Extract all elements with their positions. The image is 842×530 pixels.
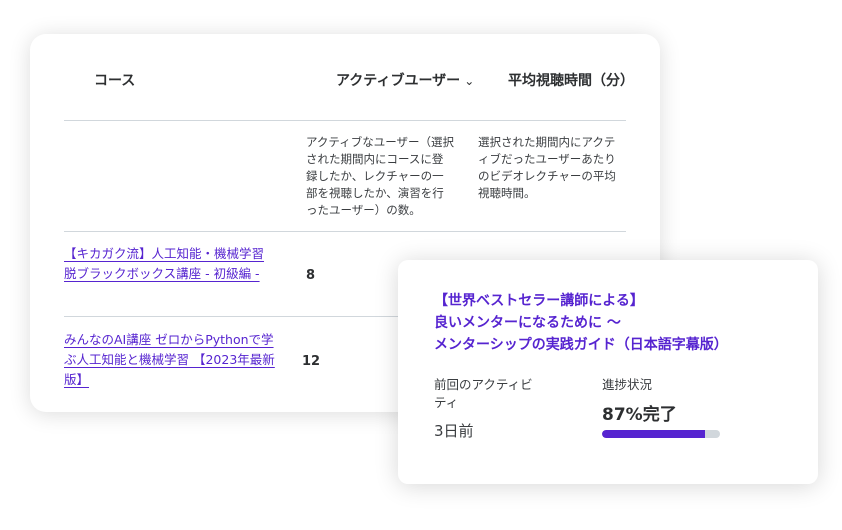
progress-value: 87%完了 [602,405,677,425]
header-divider [64,120,626,121]
course-title-line-1: 【世界ベストセラー講師による】 [434,293,644,309]
course-link-row-1[interactable]: 【キカガク流】人工知能・機械学習 脱ブラックボックス講座 - 初級編 - [64,244,278,284]
active-users-row-2: 12 [302,354,321,369]
active-users-row-1: 8 [306,268,316,283]
last-activity-value: 3日前 [434,422,474,440]
active-users-description: アクティブなユーザー（選択された期間内にコースに登録したか、レクチャーの一部を視… [306,135,455,217]
course-link-row-2[interactable]: みんなのAI講座 ゼロからPythonで学ぶ人工知能と機械学習 【2023年最新… [64,330,278,390]
chevron-down-icon[interactable]: ⌄ [464,74,474,88]
course-progress-card[interactable]: 【世界ベストセラー講師による】 良いメンターになるために 〜 メンターシップの実… [398,260,818,484]
progress-label: 進捗状況 [602,377,653,392]
header-active-users[interactable]: アクティブユーザー ⌄ [336,70,474,90]
course-title-line-3: メンターシップの実践ガイド（日本語字幕版） [434,337,728,353]
description-divider [64,231,626,232]
header-active-users-label: アクティブユーザー [336,73,461,89]
course-title[interactable]: 【世界ベストセラー講師による】 良いメンターになるために 〜 メンターシップの実… [434,290,794,356]
progress-bar-fill [602,430,705,438]
last-activity-label: 前回のアクティビティ [434,377,533,410]
avg-watch-time-description: 選択された期間内にアクティブだったユーザーあたりのビデオレクチャーの平均視聴時間… [478,135,616,200]
page: コース アクティブユーザー ⌄ 平均視聴時間（分） アクティブなユーザー（選択され… [0,0,842,530]
header-course: コース [94,73,136,89]
course-title-line-2: 良いメンターになるために 〜 [434,315,621,331]
header-avg-watch-time: 平均視聴時間（分） [508,73,634,89]
progress-bar [602,430,720,438]
